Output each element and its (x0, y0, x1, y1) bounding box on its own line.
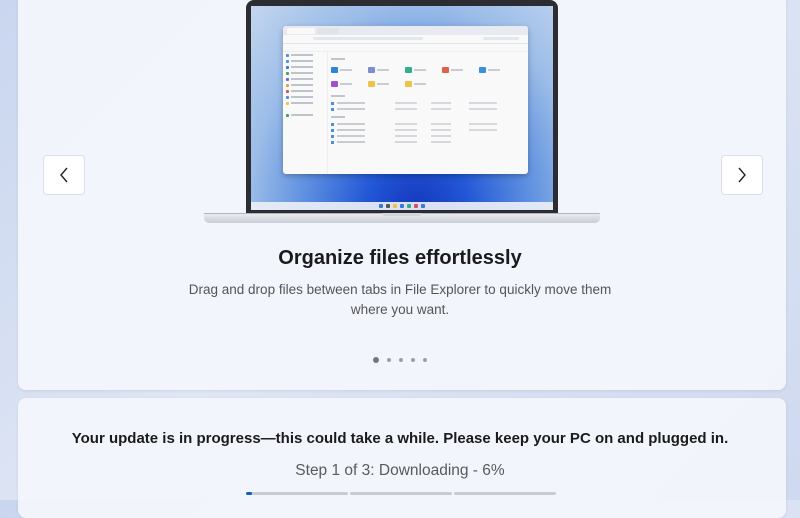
taskbar-illustration (251, 202, 553, 210)
update-step-text: Step 1 of 3: Downloading - 6% (295, 462, 505, 479)
pagination-dot-5[interactable] (423, 358, 427, 362)
pagination-dot-3[interactable] (399, 358, 403, 362)
carousel-pagination (0, 357, 800, 363)
slide-title: Organize files effortlessly (278, 247, 522, 269)
chevron-right-icon (738, 167, 746, 183)
pagination-dot-2[interactable] (387, 358, 391, 362)
laptop-illustration (204, 0, 600, 224)
pagination-dot-4[interactable] (411, 358, 415, 362)
progress-segment-2 (350, 492, 452, 495)
next-slide-button[interactable] (721, 155, 763, 195)
update-progress-bar (246, 492, 558, 495)
update-progress-card (18, 398, 786, 518)
chevron-left-icon (60, 167, 68, 183)
slide-description: Drag and drop files between tabs in File… (188, 282, 612, 317)
update-status-message: Your update is in progress—this could ta… (71, 430, 729, 447)
pagination-dot-1[interactable] (373, 357, 379, 363)
desktop-wallpaper (251, 6, 553, 210)
previous-slide-button[interactable] (43, 155, 85, 195)
file-explorer-window-illustration (283, 26, 528, 174)
progress-segment-3 (454, 492, 556, 495)
progress-segment-1 (246, 492, 348, 495)
